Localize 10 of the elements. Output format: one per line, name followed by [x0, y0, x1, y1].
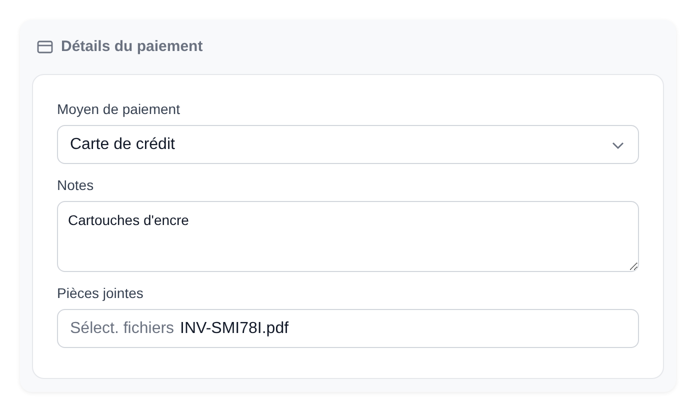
- file-name: INV-SMI78I.pdf: [180, 318, 289, 338]
- file-field[interactable]: Sélect. fichiers INV-SMI78I.pdf: [57, 309, 639, 348]
- field-label: Moyen de paiement: [57, 100, 181, 119]
- field-label: Notes: [57, 176, 95, 195]
- field-label: Pièces jointes: [57, 284, 144, 303]
- notes-field[interactable]: Cartouches d'encre: [57, 201, 639, 272]
- credit-card-icon: [37, 40, 53, 54]
- panel-title: Détails du paiement: [61, 36, 203, 57]
- payment-method-select[interactable]: Carte de crédit: [57, 125, 639, 164]
- select-files-button[interactable]: Sélect. fichiers: [70, 316, 174, 340]
